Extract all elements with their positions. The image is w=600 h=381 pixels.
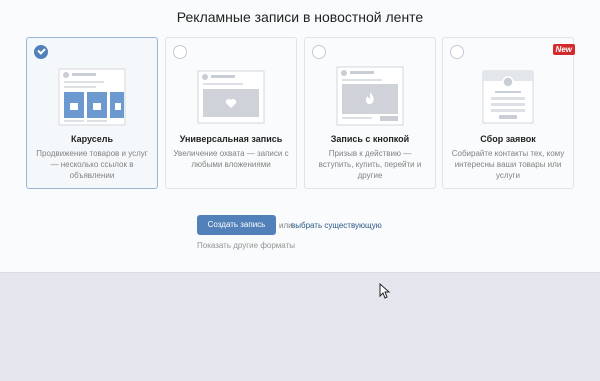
card-title: Запись с кнопкой	[330, 134, 410, 144]
card-description: Увеличение охвата — записи с любыми влож…	[173, 149, 289, 169]
choose-existing-link[interactable]: выбрать существующую	[291, 221, 382, 230]
card-title: Сбор заявок	[480, 134, 536, 144]
format-card-leads[interactable]: New Сбор заявок Собирайте контакты тех, …	[442, 37, 575, 189]
card-title: Универсальная запись	[179, 134, 283, 144]
card-description: Призыв к действию — вступить, купить, пе…	[318, 149, 422, 180]
ad-format-panel: Рекламные записи в новостной ленте Карус…	[0, 0, 600, 273]
radio-icon[interactable]	[173, 45, 187, 59]
new-badge: New	[552, 44, 575, 55]
format-card-carousel[interactable]: Карусель Продвижение товаров и услуг — н…	[26, 37, 158, 189]
universal-post-icon	[166, 62, 296, 130]
page-title: Рекламные записи в новостной ленте	[176, 9, 424, 25]
format-card-universal[interactable]: Универсальная запись Увеличение охвата —…	[165, 37, 297, 189]
mouse-cursor-icon	[379, 282, 391, 299]
radio-icon[interactable]	[312, 45, 326, 59]
lead-form-icon	[443, 62, 573, 130]
format-card-button[interactable]: Запись с кнопкой Призыв к действию — вст…	[304, 37, 436, 189]
card-description: Собирайте контакты тех, кому интересны в…	[451, 149, 565, 180]
carousel-icon	[27, 62, 157, 130]
card-title: Карусель	[70, 134, 114, 144]
radio-icon[interactable]	[450, 45, 464, 59]
format-cards: Карусель Продвижение товаров и услуг — н…	[26, 37, 576, 189]
create-post-button[interactable]: Создать запись	[197, 215, 276, 235]
show-other-formats-link[interactable]: Показать другие форматы	[197, 241, 295, 250]
button-post-icon	[305, 62, 435, 130]
radio-checked-icon[interactable]	[34, 45, 48, 59]
card-description: Продвижение товаров и услуг — несколько …	[36, 149, 148, 180]
